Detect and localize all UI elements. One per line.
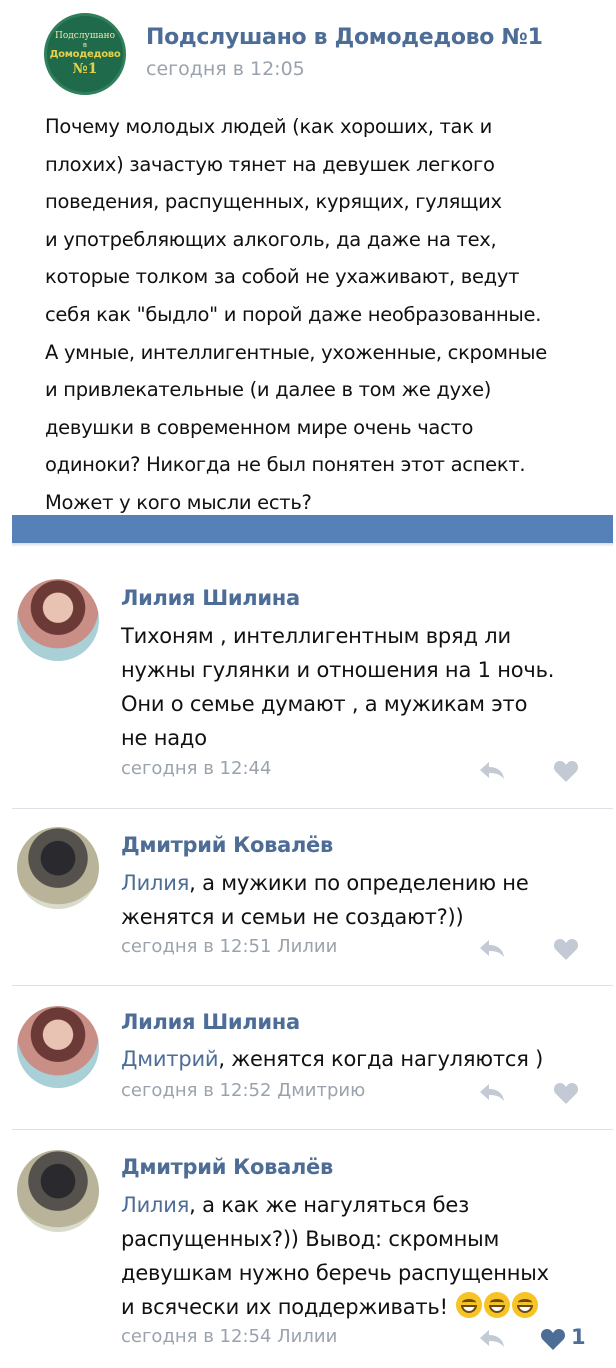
post-text-line: и привлекательные (и далее в том же духе…: [45, 378, 492, 402]
comment-text-line: не надо: [121, 726, 207, 750]
comment-text-line: девушкам нужно беречь распущенных: [121, 1261, 549, 1285]
comment-text-line: нужны гулянки и отношения на 1 ночь.: [121, 658, 555, 682]
post-timestamp[interactable]: сегодня в 12:05: [146, 58, 305, 80]
avatar-dmitry[interactable]: [17, 827, 99, 909]
mention-link[interactable]: Дмитрий: [121, 1047, 219, 1071]
mention-link[interactable]: Лилия: [121, 1193, 189, 1217]
reply-arrow-icon[interactable]: [478, 938, 506, 958]
heart-icon[interactable]: [553, 937, 579, 961]
comment-author[interactable]: Дмитрий Ковалёв: [121, 1155, 333, 1179]
comment-author[interactable]: Лилия Шилина: [121, 1010, 300, 1034]
comment-timestamp[interactable]: сегодня в 12:52 Дмитрию: [121, 1080, 365, 1101]
post-header: Подслушано в Домодедово №1 Подслушано в …: [0, 0, 616, 105]
comment-author[interactable]: Дмитрий Ковалёв: [121, 833, 333, 857]
comment-text-line: Дмитрий, женятся когда нагуляются ): [121, 1042, 601, 1076]
heart-icon[interactable]: [553, 759, 579, 783]
post-text-line: поведения, распущенных, курящих, гулящих: [45, 190, 502, 214]
comment-text-line: Лилия, а мужики по определению не: [121, 866, 601, 900]
reply-arrow-icon[interactable]: [478, 760, 506, 780]
group-name-link[interactable]: Подслушано в Домодедово №1: [146, 25, 543, 50]
avatar-dmitry[interactable]: [17, 1150, 99, 1232]
comment-text: Тихоням , интеллигентным вряд ли нужны г…: [121, 619, 601, 755]
group-avatar-text: Домодедово: [49, 49, 121, 60]
post-text: Почему молодых людей (как хороших, так и…: [45, 108, 590, 522]
post-text-line: девушки в современном мире очень часто: [45, 415, 474, 439]
heart-icon[interactable]: [540, 1327, 566, 1351]
comment-text-fragment: , женятся когда нагуляются ): [218, 1047, 544, 1071]
post-text-line: и употребляющих алкоголь, да даже на тех…: [45, 227, 497, 251]
heart-icon[interactable]: [553, 1081, 579, 1105]
like-count[interactable]: 1: [571, 1325, 586, 1349]
avatar-lilia[interactable]: [17, 579, 99, 661]
comment-timestamp[interactable]: сегодня в 12:44: [121, 758, 271, 779]
comment-timestamp[interactable]: сегодня в 12:54 Лилии: [121, 1326, 337, 1347]
comment-text-line: женятся и семьи не создают?)): [121, 905, 464, 929]
comment-text-fragment: , а как же нагуляться без: [189, 1193, 470, 1217]
post-text-line: себя как "быдло" и порой даже необразова…: [45, 302, 542, 326]
comment-text-line: Лилия, а как же нагуляться без: [121, 1188, 601, 1222]
post-text-line: А умные, интеллигентные, ухоженные, скро…: [45, 340, 547, 364]
group-avatar[interactable]: Подслушано в Домодедово №1: [44, 13, 126, 95]
grinning-face-emoji: [484, 1292, 511, 1318]
comment-text: Лилия, а мужики по определению не женятс…: [121, 866, 601, 934]
post-text-line: которые толком за собой не ухаживают, ве…: [45, 265, 520, 289]
comment-text: Лилия, а как же нагуляться без распущенн…: [121, 1188, 601, 1324]
post-footer-bar: [12, 515, 613, 543]
mention-link[interactable]: Лилия: [121, 871, 189, 895]
comment-text-fragment: , а мужики по определению не: [189, 871, 529, 895]
group-avatar-text: №1: [72, 61, 98, 77]
avatar-lilia[interactable]: [17, 1006, 99, 1088]
reply-arrow-icon[interactable]: [478, 1082, 506, 1102]
comment-text-line: Они о семье думают , а мужикам это: [121, 692, 528, 716]
bar-shadow: [12, 543, 613, 547]
post-text-line: одиноки? Никогда не был понятен этот асп…: [45, 453, 526, 477]
comment-author[interactable]: Лилия Шилина: [121, 586, 300, 610]
post-text-line: Почему молодых людей (как хороших, так и: [45, 115, 492, 138]
comment-text-line: распущенных?)) Вывод: скромным: [121, 1227, 500, 1251]
grinning-face-emoji: [512, 1292, 539, 1318]
reply-arrow-icon[interactable]: [478, 1328, 506, 1348]
comment-timestamp[interactable]: сегодня в 12:51 Лилии: [121, 936, 337, 957]
group-avatar-text: Подслушано: [54, 31, 115, 41]
group-avatar-text: в: [82, 41, 88, 49]
comment-text-fragment: и всячески их поддерживать!: [121, 1295, 448, 1319]
comment-text: Дмитрий, женятся когда нагуляются ): [121, 1042, 601, 1076]
grinning-face-emoji: [456, 1292, 483, 1318]
comment-text-line: и всячески их поддерживать!: [121, 1290, 601, 1324]
comment-text-line: Тихоням , интеллигентным вряд ли: [121, 624, 511, 648]
post-text-line: плохих) зачастую тянет на девушек легког…: [45, 152, 495, 176]
comment-divider: [12, 985, 613, 986]
comment-divider: [12, 1129, 613, 1130]
comment-divider: [12, 808, 613, 809]
